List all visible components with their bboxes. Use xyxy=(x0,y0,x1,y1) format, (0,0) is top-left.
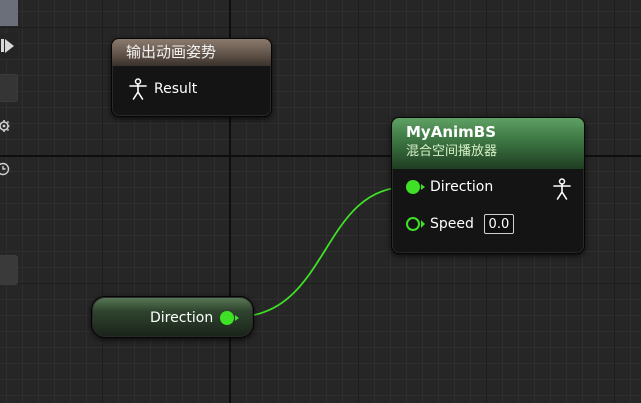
direction-wire[interactable] xyxy=(234,186,408,318)
speed-pin-label: Speed xyxy=(430,216,474,232)
person-pose-icon xyxy=(129,78,147,100)
direction-variable-label: Direction xyxy=(150,310,214,326)
speed-input-pin[interactable]: Speed 0.0 xyxy=(406,214,514,234)
blendspace-node-header: MyAnimBS 混合空间播放器 xyxy=(392,118,584,169)
speed-pin-connector[interactable] xyxy=(406,217,425,231)
direction-pin-connector[interactable] xyxy=(406,180,425,194)
blendspace-player-node[interactable]: MyAnimBS 混合空间播放器 Direction Speed 0.0 xyxy=(391,117,585,254)
direction-input-pin[interactable]: Direction xyxy=(406,179,493,195)
blendspace-node-subtitle: 混合空间播放器 xyxy=(406,144,498,159)
speed-value-input[interactable]: 0.0 xyxy=(483,214,514,234)
blendspace-node-title: MyAnimBS xyxy=(406,123,496,141)
output-pose-node-title: 输出动画姿势 xyxy=(112,39,271,66)
output-pose-node[interactable]: 输出动画姿势 Result xyxy=(111,38,272,117)
direction-variable-node[interactable]: Direction xyxy=(91,296,254,338)
person-pose-icon[interactable] xyxy=(552,178,572,200)
result-pin[interactable]: Result xyxy=(128,78,197,100)
direction-pin-label: Direction xyxy=(430,179,494,195)
result-pin-label: Result xyxy=(154,81,198,97)
direction-output-pin[interactable] xyxy=(220,311,239,325)
